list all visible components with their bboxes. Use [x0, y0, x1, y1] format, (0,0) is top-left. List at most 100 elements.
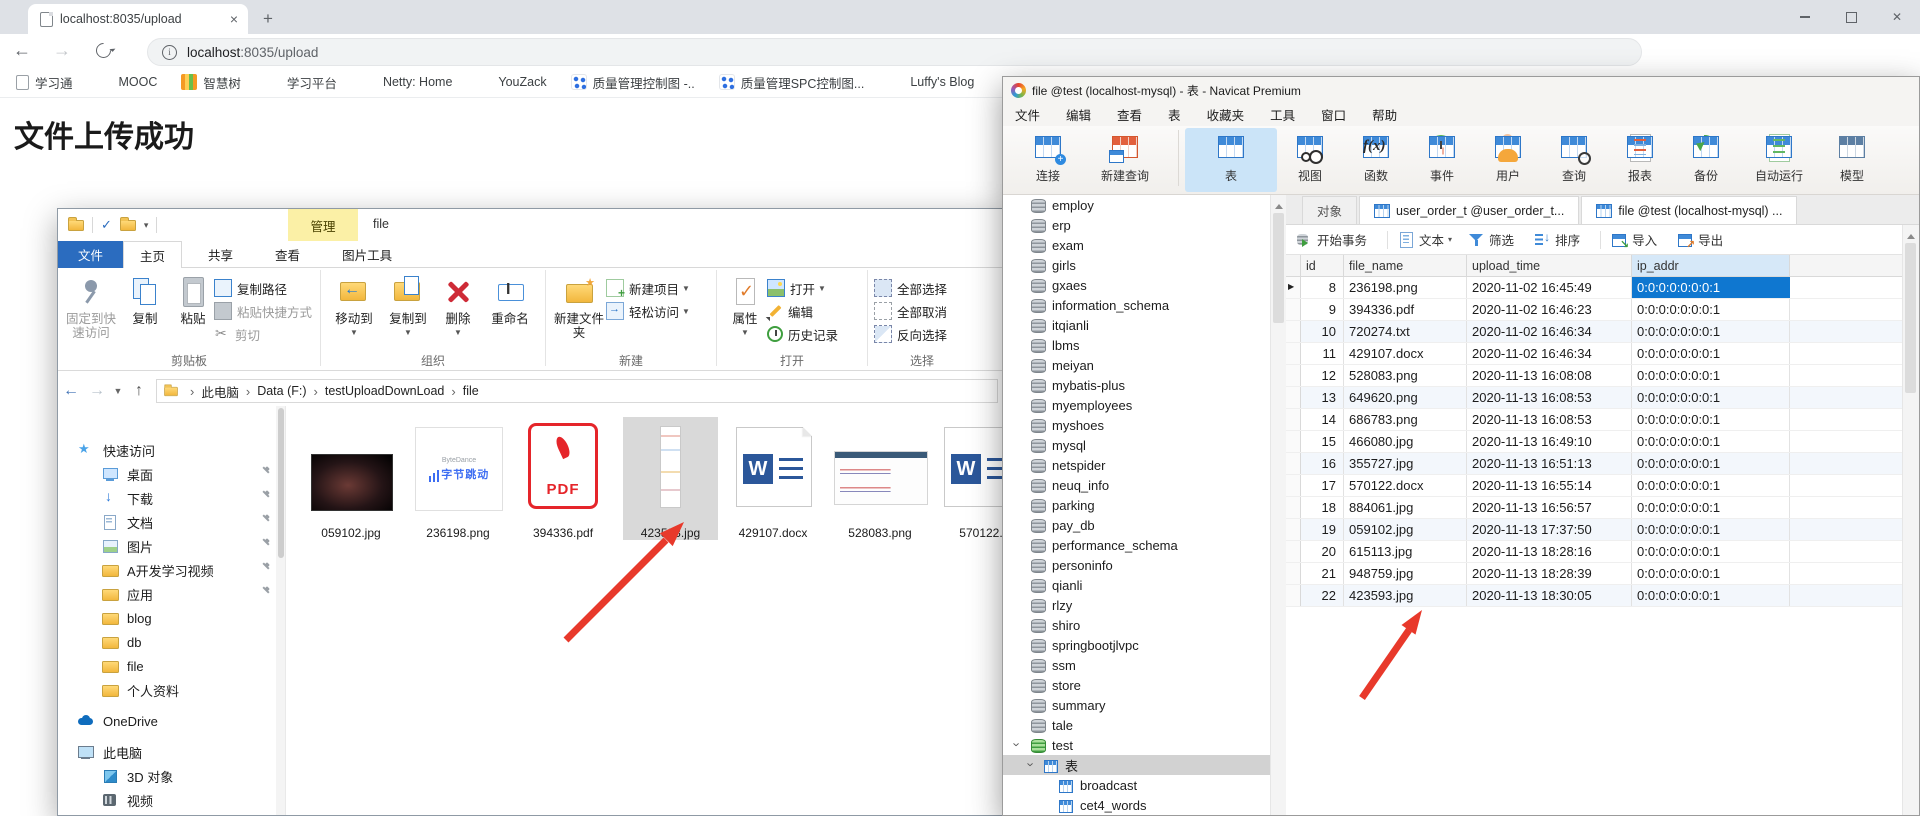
cell-file-name[interactable]: 528083.png — [1344, 365, 1467, 386]
cell-upload-time[interactable]: 2020-11-13 16:49:10 — [1467, 431, 1632, 452]
tree-item[interactable]: qianli — [1003, 575, 1285, 595]
bookmark-item[interactable]: 质量管理SPC控制图... — [718, 73, 864, 92]
edit-button[interactable]: 编辑 — [767, 301, 838, 321]
sidebar-item[interactable]: OneDrive — [58, 709, 285, 733]
sidebar-item[interactable]: 下载 — [58, 486, 285, 510]
cell-ip-addr[interactable]: 0:0:0:0:0:0:0:1 — [1632, 365, 1790, 386]
cell-file-name[interactable]: 059102.jpg — [1344, 519, 1467, 540]
cell-id[interactable]: 12 — [1301, 365, 1344, 386]
properties-button[interactable]: 属性▼ — [723, 272, 767, 352]
cell-id[interactable]: 22 — [1301, 585, 1344, 606]
row-marker[interactable] — [1286, 321, 1301, 342]
tree-item[interactable]: itqianli — [1003, 315, 1285, 335]
toolbar-button[interactable]: 视图 — [1277, 128, 1343, 192]
row-marker[interactable] — [1286, 497, 1301, 518]
toolbar-button[interactable]: 自动运行 — [1739, 128, 1819, 192]
cell-file-name[interactable]: 236198.png — [1344, 277, 1467, 298]
grid-toolbar-button[interactable] — [1600, 230, 1602, 249]
cell-upload-time[interactable]: 2020-11-13 18:28:16 — [1467, 541, 1632, 562]
table-row[interactable]: 18 884061.jpg 2020-11-13 16:56:57 0:0:0:… — [1286, 497, 1903, 519]
bookmark-item[interactable]: M MOOC — [97, 74, 157, 90]
minimize-button[interactable] — [1782, 0, 1828, 34]
table-row[interactable]: 21 948759.jpg 2020-11-13 18:28:39 0:0:0:… — [1286, 563, 1903, 585]
table-row[interactable]: 20 615113.jpg 2020-11-13 18:28:16 0:0:0:… — [1286, 541, 1903, 563]
row-marker[interactable] — [1286, 387, 1301, 408]
menu-item[interactable]: 帮助 — [1372, 105, 1397, 124]
file-thumbnail-394336-pdf[interactable]: PDF — [528, 423, 598, 509]
url-input[interactable]: i localhost:8035/upload — [147, 38, 1642, 66]
bookmark-item[interactable]: YouZack — [476, 74, 546, 90]
cell-id[interactable]: 15 — [1301, 431, 1344, 452]
grid-toolbar-button[interactable]: 排序 — [1534, 230, 1584, 249]
grid-toolbar-button[interactable]: 开始事务 — [1296, 230, 1371, 249]
tab-close-icon[interactable]: × — [228, 11, 240, 27]
cell-ip-addr[interactable]: 0:0:0:0:0:0:0:1 — [1632, 563, 1790, 584]
cell-ip-addr[interactable]: 0:0:0:0:0:0:0:1 — [1632, 343, 1790, 364]
table-row[interactable]: 11 429107.docx 2020-11-02 16:46:34 0:0:0… — [1286, 343, 1903, 365]
qat-check-icon[interactable]: ✓ — [101, 217, 112, 233]
file-thumbnail-429107-docx[interactable]: W — [736, 427, 812, 507]
copy-path-button[interactable]: 复制路径 — [214, 278, 312, 298]
sidebar-item[interactable]: 图片 — [58, 534, 285, 558]
cell-id[interactable]: 17 — [1301, 475, 1344, 496]
breadcrumb[interactable]: › 此电脑 › Data (F:) › testUploadDownLoad ›… — [156, 379, 998, 403]
bookmark-item[interactable]: 学习通 — [14, 73, 73, 92]
menu-item[interactable]: 窗口 — [1321, 105, 1346, 124]
tree-item[interactable]: myshoes — [1003, 415, 1285, 435]
tree-item[interactable]: myemployees — [1003, 395, 1285, 415]
table-row[interactable]: 9 394336.pdf 2020-11-02 16:46:23 0:0:0:0… — [1286, 299, 1903, 321]
maximize-button[interactable] — [1828, 0, 1874, 34]
sidebar-item[interactable]: file — [58, 654, 285, 678]
cell-upload-time[interactable]: 2020-11-02 16:46:34 — [1467, 321, 1632, 342]
cell-upload-time[interactable]: 2020-11-02 16:46:23 — [1467, 299, 1632, 320]
forward-icon[interactable]: → — [48, 37, 76, 64]
file-label[interactable]: 429107.docx — [736, 526, 810, 540]
rename-button[interactable]: 重命名 — [481, 272, 539, 352]
bookmark-item[interactable]: Netty: Home — [361, 74, 452, 90]
column-header-upload-time[interactable]: upload_time — [1467, 255, 1632, 276]
tree-item[interactable]: pay_db — [1003, 515, 1285, 535]
grid-toolbar-button[interactable]: 文本 ▾ — [1398, 230, 1452, 249]
open-button[interactable]: 打开 ▼ — [767, 278, 838, 298]
row-marker[interactable] — [1286, 365, 1301, 386]
tree-item[interactable]: shiro — [1003, 615, 1285, 635]
tab-file[interactable]: 文件 — [58, 241, 124, 268]
toolbar-button[interactable]: 表 — [1185, 128, 1277, 192]
back-icon[interactable]: ← — [8, 37, 36, 64]
cell-upload-time[interactable]: 2020-11-02 16:45:49 — [1467, 277, 1632, 298]
menu-item[interactable]: 查看 — [1117, 105, 1142, 124]
sidebar-item[interactable]: 此电脑 — [58, 740, 285, 764]
tab-home[interactable]: 主页 — [123, 241, 183, 270]
column-header-file-name[interactable]: file_name — [1344, 255, 1467, 276]
tree-item[interactable]: 表 — [1003, 755, 1285, 775]
menu-item[interactable]: 工具 — [1270, 105, 1295, 124]
row-marker[interactable] — [1286, 277, 1301, 298]
tree-item[interactable]: springbootjlvpc — [1003, 635, 1285, 655]
tree-item[interactable]: performance_schema — [1003, 535, 1285, 555]
toolbar-button[interactable] — [1171, 128, 1185, 192]
tree-item[interactable]: tale — [1003, 715, 1285, 735]
tree-item[interactable]: neuq_info — [1003, 475, 1285, 495]
cell-file-name[interactable]: 570122.docx — [1344, 475, 1467, 496]
cell-ip-addr[interactable]: 0:0:0:0:0:0:0:1 — [1632, 497, 1790, 518]
cell-ip-addr[interactable]: 0:0:0:0:0:0:0:1 — [1632, 519, 1790, 540]
grid-toolbar-button[interactable]: 导出 — [1677, 230, 1727, 251]
cell-upload-time[interactable]: 2020-11-02 16:46:34 — [1467, 343, 1632, 364]
easy-access-button[interactable]: 轻松访问▼ — [606, 301, 690, 321]
tab-view[interactable]: 查看 — [259, 241, 316, 268]
cell-upload-time[interactable]: 2020-11-13 18:30:05 — [1467, 585, 1632, 606]
cell-upload-time[interactable]: 2020-11-13 16:55:14 — [1467, 475, 1632, 496]
cell-id[interactable]: 21 — [1301, 563, 1344, 584]
table-row[interactable]: 15 466080.jpg 2020-11-13 16:49:10 0:0:0:… — [1286, 431, 1903, 453]
table-row[interactable]: 16 355727.jpg 2020-11-13 16:51:13 0:0:0:… — [1286, 453, 1903, 475]
grid-toolbar-button[interactable]: 导入 — [1611, 230, 1661, 251]
toolbar-button[interactable]: 函数 — [1343, 128, 1409, 192]
sidebar-scrollbar[interactable] — [276, 406, 285, 815]
cell-file-name[interactable]: 394336.pdf — [1344, 299, 1467, 320]
column-header-ip-addr[interactable]: ip_addr — [1632, 255, 1790, 276]
tree-item[interactable]: rlzy — [1003, 595, 1285, 615]
cell-file-name[interactable]: 948759.jpg — [1344, 563, 1467, 584]
cell-upload-time[interactable]: 2020-11-13 18:28:39 — [1467, 563, 1632, 584]
tree-item[interactable]: meiyan — [1003, 355, 1285, 375]
ribbon-context-tab-manage[interactable]: 管理 — [288, 209, 358, 241]
